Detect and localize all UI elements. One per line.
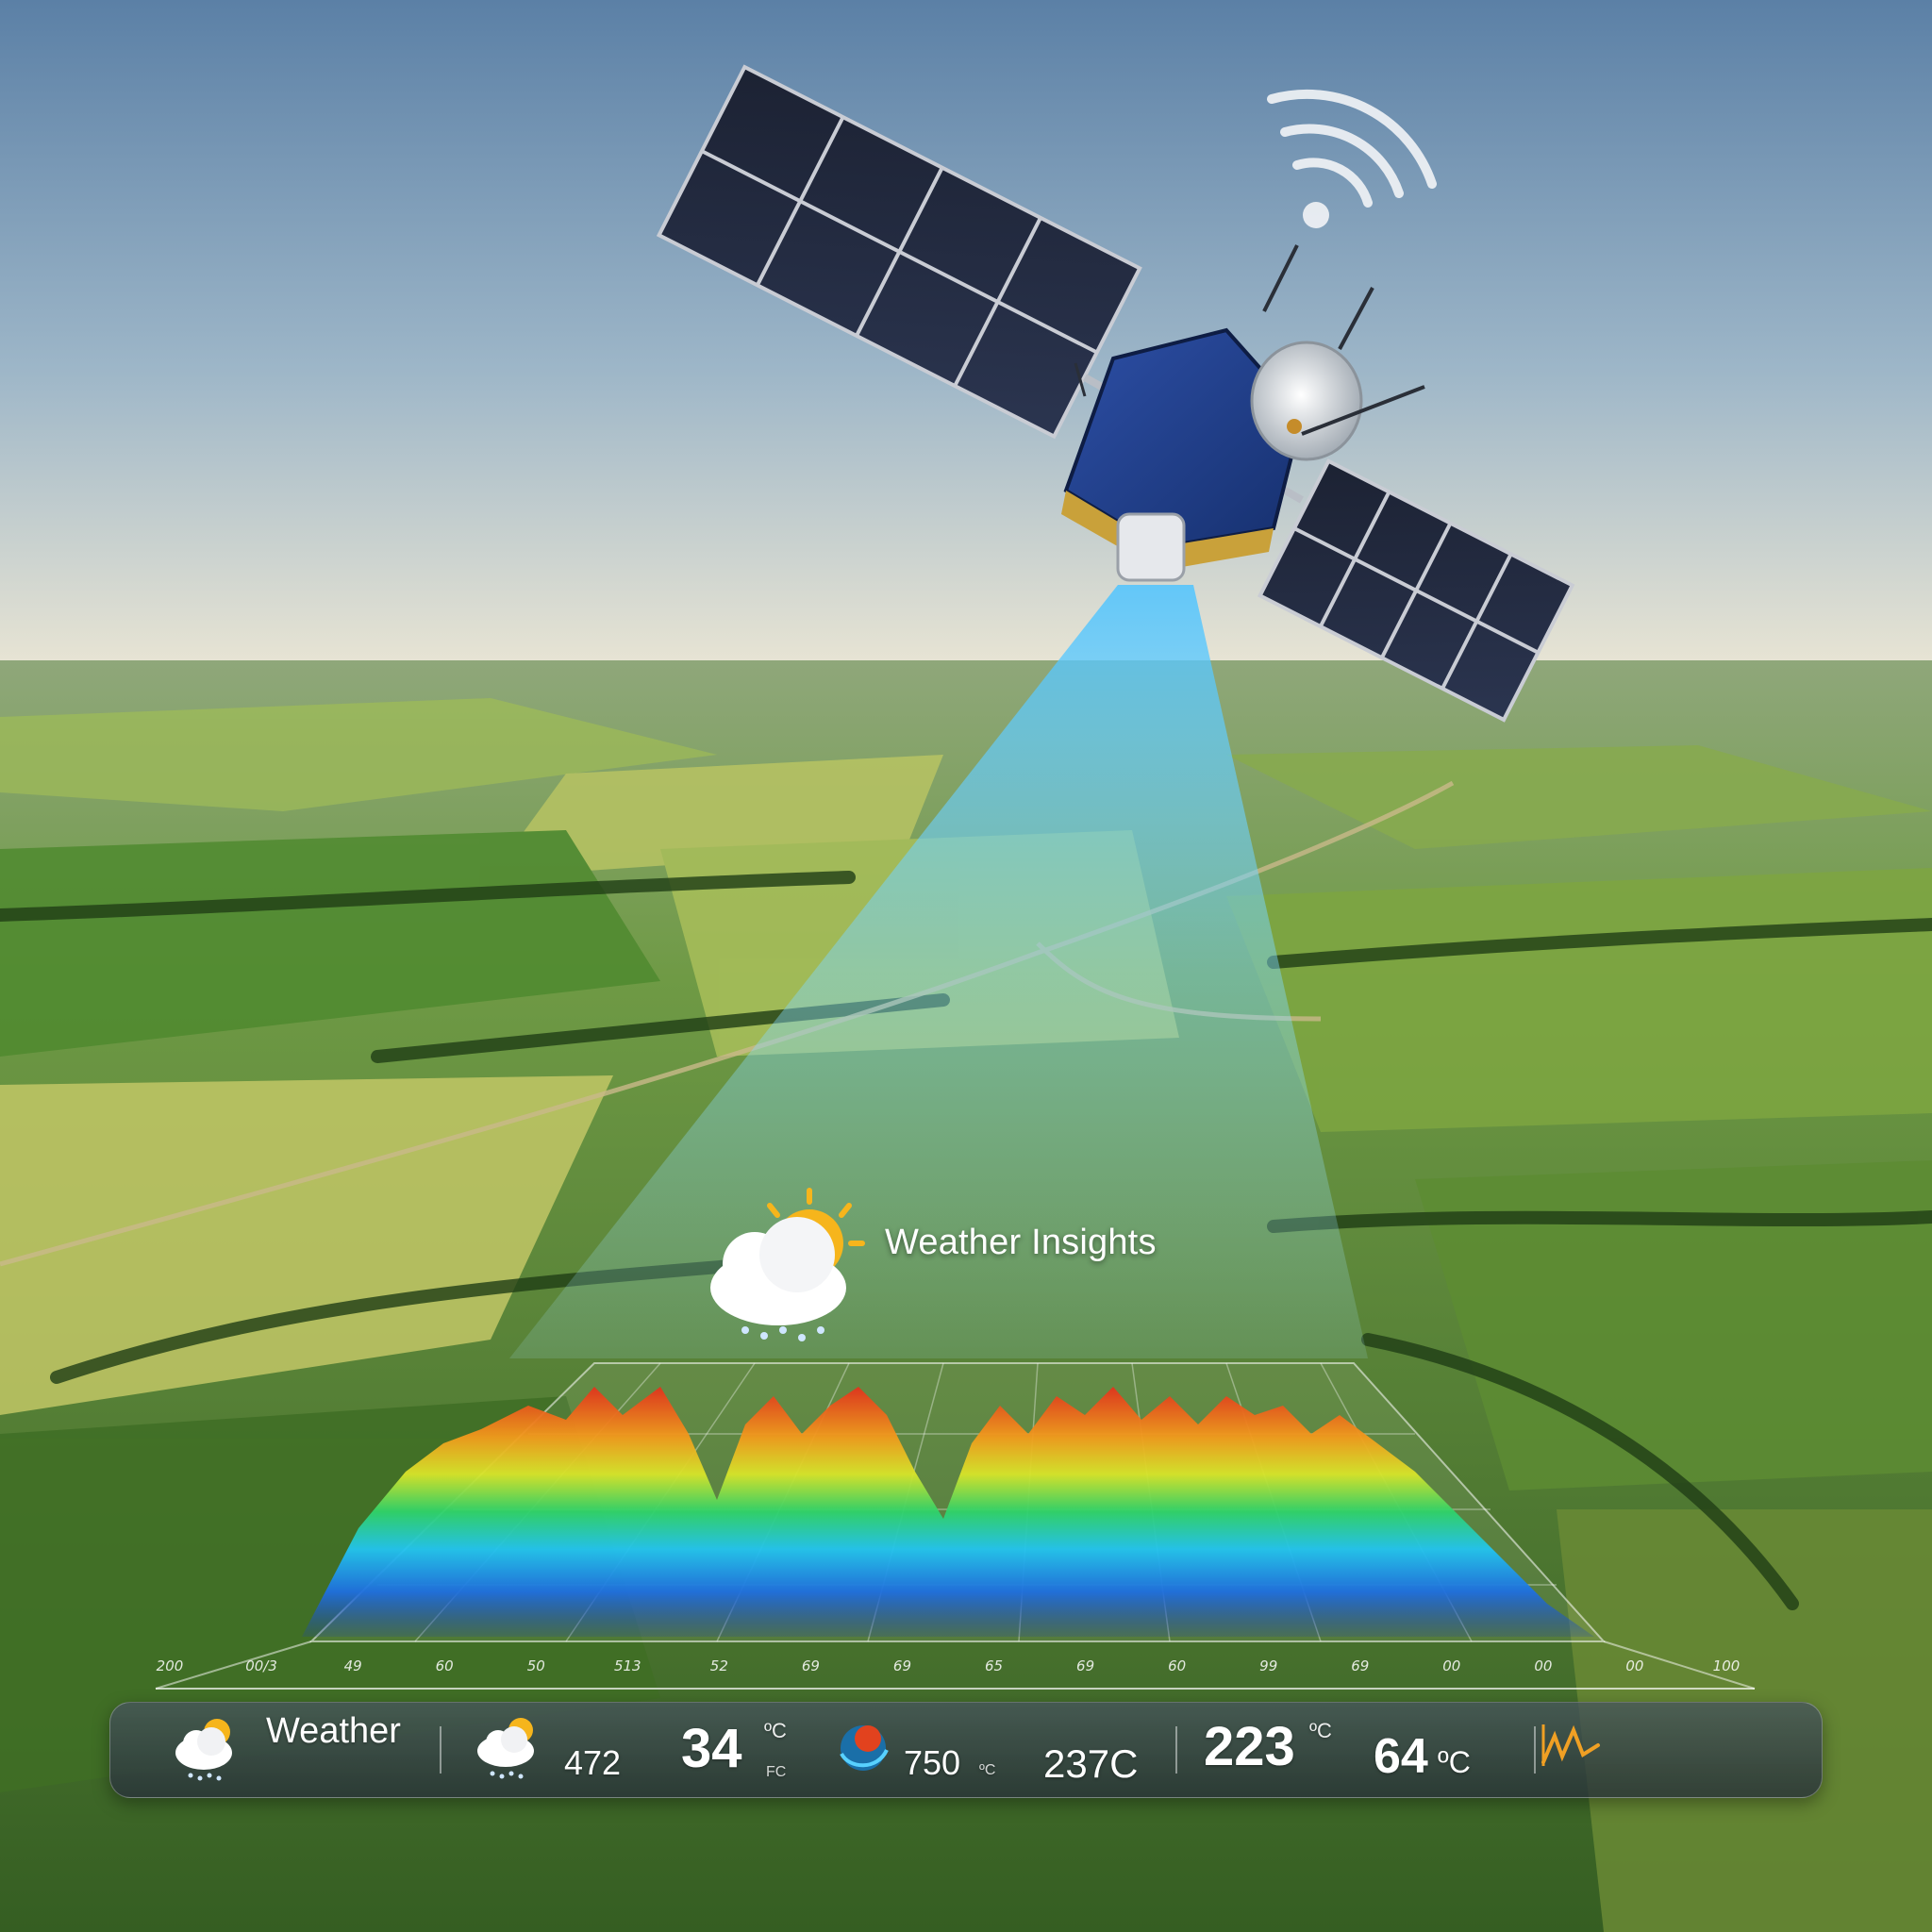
axis-tick-label: 00/3: [245, 1657, 277, 1674]
divider: [1534, 1726, 1536, 1774]
axis-tick-label: 99: [1259, 1657, 1278, 1674]
axis-tick-label: 50: [526, 1657, 545, 1674]
scene: [0, 0, 1932, 1932]
weather-label: Weather: [266, 1711, 401, 1751]
divider: [1175, 1726, 1177, 1774]
axis-tick-label: 60: [435, 1657, 454, 1674]
globe-icon: [840, 1725, 889, 1771]
sun-cloud-rain-icon-2: [477, 1718, 534, 1779]
axis-tick-label: 00: [1442, 1657, 1461, 1674]
reading-2-sub: FC: [766, 1764, 787, 1780]
axis-tick-label: 200: [156, 1657, 184, 1674]
divider: [440, 1726, 441, 1774]
reading-6-unit: ºC: [1438, 1745, 1471, 1779]
reading-6: 64: [1374, 1729, 1428, 1784]
axis-tick-label: 69: [1076, 1657, 1095, 1674]
weather-cloud-icon: [175, 1719, 232, 1781]
axis-tick-label: 00: [1625, 1657, 1644, 1674]
axis-tick-label: 69: [1351, 1657, 1370, 1674]
reading-3-unit: ºC: [979, 1762, 996, 1778]
axis-tick-label: 513: [613, 1657, 641, 1674]
axis-tick-label: 65: [984, 1657, 1004, 1674]
axis-tick-label: 69: [892, 1657, 912, 1674]
weather-insights-title: Weather Insights: [885, 1223, 1157, 1262]
axis-tick-label: 00: [1534, 1657, 1553, 1674]
reading-4: 237C: [1043, 1741, 1139, 1786]
axis-tick-label: 49: [343, 1657, 362, 1674]
axis-tick-label: 100: [1712, 1657, 1740, 1674]
reading-3: 750: [904, 1743, 961, 1782]
reading-2: 34: [681, 1718, 742, 1779]
reading-2-unit: ºC: [764, 1719, 787, 1742]
trend-chart-icon: [1541, 1724, 1600, 1766]
reading-5: 223: [1204, 1716, 1295, 1777]
reading-5-unit: ºC: [1309, 1719, 1332, 1742]
reading-1: 472: [564, 1743, 622, 1782]
axis-tick-label: 52: [709, 1657, 728, 1674]
axis-tick-label: 69: [801, 1657, 820, 1674]
axis-tick-label: 60: [1168, 1657, 1187, 1674]
